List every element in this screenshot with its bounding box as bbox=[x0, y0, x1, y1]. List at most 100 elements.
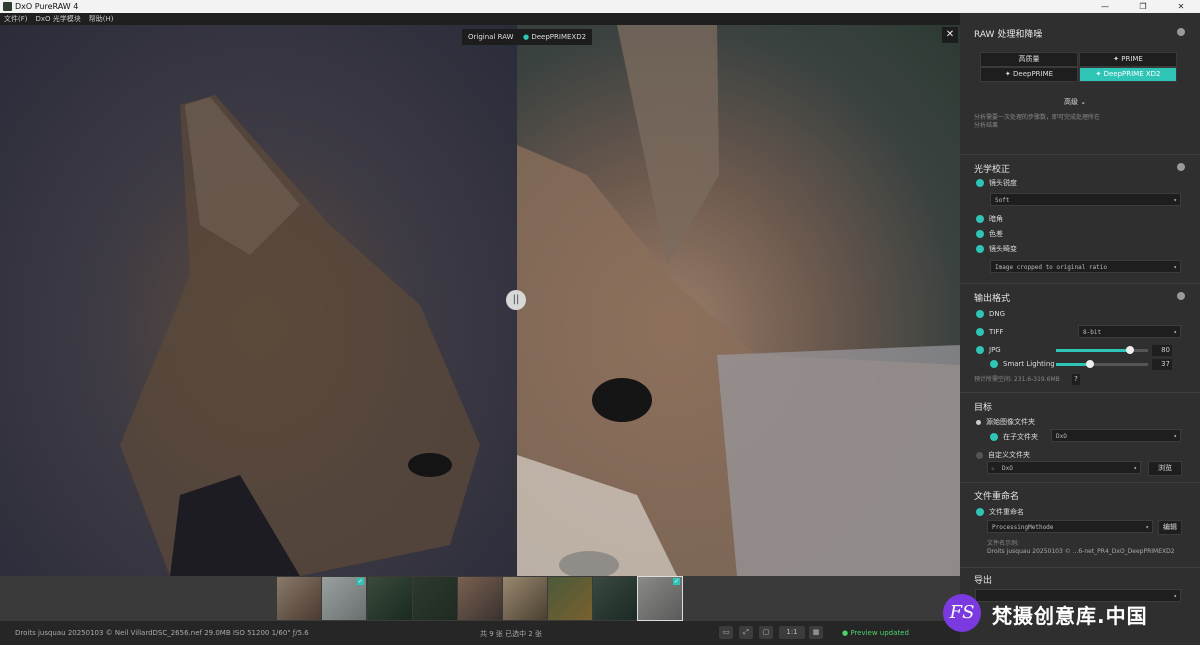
advanced-label: 高级 bbox=[1064, 98, 1078, 106]
menu-file[interactable]: 文件(F) bbox=[0, 14, 32, 24]
thumbnail[interactable] bbox=[458, 577, 502, 620]
menu-help[interactable]: 帮助(H) bbox=[85, 14, 118, 24]
rename-row[interactable]: 文件重命名 bbox=[976, 507, 1024, 517]
compare-slider-handle[interactable]: || bbox=[506, 290, 526, 310]
original-raw-label: Original RAW bbox=[462, 29, 520, 45]
rename-pattern-select[interactable]: ProcessingMethode bbox=[987, 520, 1153, 534]
star-icon: ☆ bbox=[991, 465, 995, 472]
thumbnail[interactable] bbox=[593, 577, 637, 620]
rename-toggle[interactable] bbox=[976, 508, 984, 516]
close-compare-button[interactable]: ✕ bbox=[942, 27, 958, 43]
tiff-toggle[interactable] bbox=[976, 328, 984, 336]
thumbnail-selected[interactable]: ✓ bbox=[637, 576, 683, 621]
jpg-label: JPG bbox=[989, 346, 1001, 354]
chromatic-row[interactable]: 色差 bbox=[976, 229, 1003, 239]
checkmark-icon: ✓ bbox=[356, 578, 364, 585]
export-section: 导出 bbox=[974, 573, 1182, 586]
output-section-toggle[interactable] bbox=[1177, 292, 1185, 300]
deepprime-label: DeepPRIME bbox=[1013, 70, 1054, 78]
minimize-button[interactable]: — bbox=[1086, 0, 1124, 13]
thumbnail[interactable] bbox=[277, 577, 321, 620]
grid-icon[interactable]: ▦ bbox=[809, 626, 823, 639]
jpg-quality-value[interactable]: 80 bbox=[1152, 345, 1172, 356]
smart-lighting-slider[interactable] bbox=[1056, 360, 1148, 368]
distortion-toggle[interactable] bbox=[976, 245, 984, 253]
raw-section-toggle[interactable] bbox=[1177, 28, 1185, 36]
original-folder-row[interactable]: 源始图像文件夹 bbox=[976, 417, 1035, 427]
processed-image bbox=[517, 25, 960, 576]
smart-lighting-row[interactable]: Smart Lighting bbox=[990, 360, 1055, 368]
divider bbox=[960, 482, 1200, 483]
subfolder-input[interactable]: DxO bbox=[1051, 429, 1181, 443]
deepprime-xd2-button[interactable]: ✦ DeepPRIME XD2 bbox=[1079, 67, 1177, 82]
vignetting-toggle[interactable] bbox=[976, 215, 984, 223]
divider bbox=[960, 567, 1200, 568]
subfolder-toggle[interactable] bbox=[990, 433, 998, 441]
zoom-select[interactable]: 1:1 bbox=[779, 626, 805, 639]
compare-view-icon[interactable]: ▭ bbox=[719, 626, 733, 639]
jpg-quality-knob[interactable] bbox=[1125, 346, 1134, 354]
app-logo-icon bbox=[3, 2, 12, 11]
raw-section-title: RAW 处理和降噪 bbox=[974, 30, 1043, 40]
jpg-row[interactable]: JPG bbox=[976, 346, 1001, 354]
checkmark-icon: ✓ bbox=[672, 578, 680, 585]
hq-button[interactable]: 高质量 bbox=[980, 52, 1078, 67]
divider bbox=[960, 283, 1200, 284]
tiff-row[interactable]: TIFF bbox=[976, 328, 1003, 336]
selection-count: 共 9 张 已选中 2 张 bbox=[480, 630, 543, 638]
fit-icon[interactable]: ▢ bbox=[759, 626, 773, 639]
thumbnail[interactable] bbox=[548, 577, 592, 620]
help-icon[interactable]: ? bbox=[1072, 374, 1080, 385]
smart-lighting-fill bbox=[1056, 363, 1091, 366]
deepprime-button[interactable]: ✦ DeepPRIME bbox=[980, 67, 1078, 82]
menu-bar: 文件(F) DxO 光学模块 帮助(H) bbox=[0, 13, 960, 25]
custom-folder-row[interactable]: 自定义文件夹 bbox=[976, 450, 1030, 460]
close-window-button[interactable]: ✕ bbox=[1162, 0, 1200, 13]
smart-lighting-toggle[interactable] bbox=[990, 360, 998, 368]
lens-sharpness-toggle[interactable] bbox=[976, 179, 984, 187]
thumbnail[interactable] bbox=[368, 577, 412, 620]
lens-sharpness-row[interactable]: 镜头锐度 bbox=[976, 178, 1017, 188]
raw-section: RAW 处理和降噪 bbox=[974, 27, 1185, 40]
jpg-quality-slider[interactable] bbox=[1056, 346, 1148, 354]
custom-folder-value: DxO bbox=[1002, 465, 1013, 472]
sharpness-select[interactable]: Soft bbox=[990, 193, 1181, 207]
edit-button[interactable]: 编辑 bbox=[1158, 520, 1182, 535]
dng-toggle[interactable] bbox=[976, 310, 984, 318]
jpg-toggle[interactable] bbox=[976, 346, 984, 354]
image-viewer[interactable]: Original RAW ● DeepPRIMEXD2 || ✕ bbox=[0, 25, 960, 576]
split-view-icon[interactable]: ⤢ bbox=[739, 626, 753, 639]
custom-folder-radio[interactable] bbox=[976, 451, 983, 459]
advanced-toggle[interactable]: 高级 ⌄ bbox=[1064, 97, 1086, 107]
distortion-label: 镜头畸变 bbox=[989, 245, 1017, 253]
processed-label-text: DeepPRIMEXD2 bbox=[531, 33, 587, 41]
distortion-row[interactable]: 镜头畸变 bbox=[976, 244, 1017, 254]
divider bbox=[960, 392, 1200, 393]
raw-note: 分析需要一次处理的步骤数，即可完成处理所在分析结果 bbox=[974, 114, 1101, 129]
vignetting-row[interactable]: 暗角 bbox=[976, 214, 1003, 224]
rename-label: 文件重命名 bbox=[989, 508, 1024, 516]
custom-folder-select[interactable]: ☆ DxO bbox=[987, 461, 1141, 475]
distortion-select[interactable]: Image cropped to original ratio bbox=[990, 260, 1181, 274]
custom-folder-label: 自定义文件夹 bbox=[988, 451, 1030, 459]
thumbnail[interactable]: ✓ bbox=[322, 577, 366, 620]
thumbnail[interactable] bbox=[503, 577, 547, 620]
optics-section-toggle[interactable] bbox=[1177, 163, 1185, 171]
thumbnail[interactable] bbox=[413, 577, 457, 620]
chromatic-label: 色差 bbox=[989, 230, 1003, 238]
browse-button[interactable]: 浏览 bbox=[1148, 461, 1182, 476]
smart-lighting-value[interactable]: 37 bbox=[1152, 359, 1172, 370]
tiff-label: TIFF bbox=[989, 328, 1004, 336]
rename-example: Droits jusquau 20250103 © ...6-net_PR4_D… bbox=[987, 548, 1175, 555]
smart-lighting-knob[interactable] bbox=[1086, 360, 1095, 368]
maximize-button[interactable]: ❐ bbox=[1124, 0, 1162, 13]
chromatic-toggle[interactable] bbox=[976, 230, 984, 238]
original-folder-radio[interactable] bbox=[976, 419, 981, 425]
menu-optics[interactable]: DxO 光学模块 bbox=[32, 14, 85, 24]
rename-title: 文件重命名 bbox=[974, 492, 1020, 502]
tiff-bit-select[interactable]: 8-bit bbox=[1078, 325, 1181, 339]
prime-button[interactable]: ✦ PRIME bbox=[1079, 52, 1177, 67]
smart-lighting-label: Smart Lighting bbox=[1003, 360, 1055, 368]
subfolder-row[interactable]: 在子文件夹 bbox=[990, 432, 1038, 442]
dng-row[interactable]: DNG bbox=[976, 310, 1005, 318]
